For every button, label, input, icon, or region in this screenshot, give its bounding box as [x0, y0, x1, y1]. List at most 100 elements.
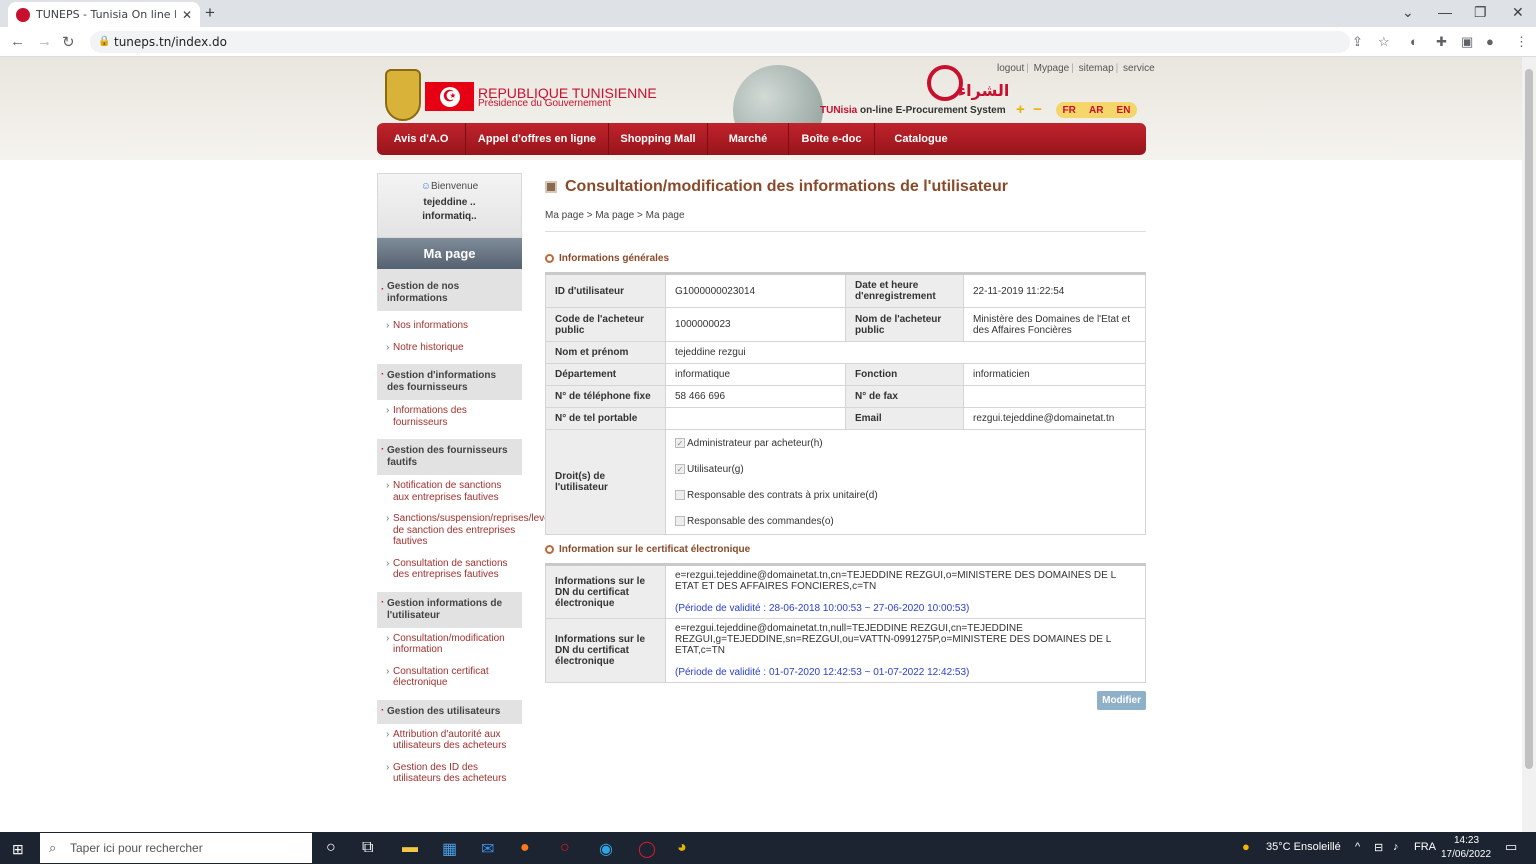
volume-icon[interactable]: ♪: [1393, 841, 1399, 853]
reload-icon[interactable]: ↻: [62, 33, 75, 51]
nav-boite-edoc[interactable]: Boîte e-doc: [789, 123, 874, 155]
section-bullet-icon: [545, 253, 554, 263]
zoom-in-icon[interactable]: +: [1016, 101, 1025, 118]
welcome-label: Bienvenue: [430, 181, 479, 192]
profile-avatar-icon[interactable]: ●: [1486, 34, 1494, 49]
store-icon[interactable]: ▦: [442, 839, 457, 859]
nav-marche[interactable]: Marché: [708, 123, 788, 155]
tab-close-icon[interactable]: ✕: [182, 8, 192, 22]
sidebar-group-utilisateur[interactable]: Gestion informations de l'utilisateur: [377, 590, 522, 628]
sidebar-item-consultation-modification[interactable]: Consultation/modification information: [377, 628, 522, 661]
modify-button[interactable]: Modifier: [1097, 691, 1146, 710]
clock-time[interactable]: 14:23: [1454, 835, 1479, 846]
right-orders: Responsable des commandes(o): [675, 508, 1136, 534]
opera-gx-icon[interactable]: ◯: [638, 839, 656, 859]
nav-avis-ao[interactable]: Avis d'A.O: [377, 123, 465, 155]
taskbar-search[interactable]: ⌕ Taper ici pour rechercher: [40, 833, 312, 863]
sidebar-item-informations-fournisseurs[interactable]: Informations des fournisseurs: [377, 400, 522, 433]
logout-link[interactable]: logout: [997, 63, 1024, 74]
user-dept: informatiq..: [422, 211, 477, 222]
lang-en[interactable]: EN: [1117, 105, 1131, 116]
sitemap-link[interactable]: sitemap: [1079, 63, 1114, 74]
close-window-button[interactable]: ✕: [1512, 4, 1524, 21]
sidebar-group-nos-informations[interactable]: Gestion de nos informations: [377, 279, 522, 311]
lang-fr[interactable]: FR: [1063, 105, 1076, 116]
sidebar-item-notre-historique[interactable]: Notre historique: [377, 337, 522, 359]
label-cert-dn: Informations sur le DN du certificat éle…: [545, 618, 666, 683]
right-user: ✓ Utilisateur(g): [675, 463, 744, 475]
windows-start-icon[interactable]: ⊞: [12, 841, 24, 858]
sidebar-item-gestion-id[interactable]: Gestion des ID des utilisateurs des ache…: [377, 757, 522, 790]
tab-search-chevron-icon[interactable]: ⌄: [1402, 4, 1414, 21]
checkbox-user[interactable]: ✓: [675, 464, 685, 474]
notifications-icon[interactable]: ▭: [1505, 839, 1517, 855]
browser-tab[interactable]: TUNEPS - Tunisia On line E-Proc ✕: [8, 2, 200, 27]
sidebar-group-utilisateurs[interactable]: Gestion des utilisateurs: [377, 698, 522, 724]
service-link[interactable]: service: [1123, 63, 1155, 74]
sidebar-group-fautifs[interactable]: Gestion des fournisseurs fautifs: [377, 438, 522, 475]
task-view-icon[interactable]: ⧉: [362, 839, 373, 857]
chrome-icon[interactable]: ◕: [677, 839, 687, 857]
scrollbar-thumb[interactable]: [1525, 69, 1533, 769]
bookmark-star-icon[interactable]: ☆: [1378, 34, 1390, 50]
checkbox-contracts[interactable]: [675, 490, 685, 500]
edge-icon[interactable]: ◉: [599, 839, 613, 859]
label-phone: N° de téléphone fixe: [545, 385, 666, 408]
tray-chevron-icon[interactable]: ^: [1355, 841, 1360, 853]
checkbox-admin[interactable]: ✓: [675, 438, 685, 448]
firefox-icon[interactable]: ●: [520, 839, 530, 857]
nav-catalogue[interactable]: Catalogue: [875, 123, 967, 155]
restore-button[interactable]: ❐: [1474, 4, 1487, 21]
mail-icon[interactable]: ✉: [481, 839, 494, 859]
back-icon[interactable]: ←: [10, 33, 25, 50]
value-email: rezgui.tejeddine@domainetat.tn: [963, 407, 1146, 430]
value-mobile: [665, 407, 846, 430]
nav-appel-offres[interactable]: Appel d'offres en ligne: [466, 123, 608, 155]
clock-date[interactable]: 17/06/2022: [1441, 849, 1491, 860]
puzzle-icon[interactable]: ✚: [1436, 34, 1447, 50]
new-tab-button[interactable]: +: [205, 3, 215, 23]
checkbox-orders[interactable]: [675, 516, 685, 526]
forward-icon[interactable]: →: [37, 33, 52, 50]
label-user-id: ID d'utilisateur: [545, 273, 666, 308]
address-bar[interactable]: 🔒 tuneps.tn/index.do: [90, 31, 1350, 53]
page-scrollbar[interactable]: [1522, 57, 1536, 832]
opera-icon[interactable]: ○: [560, 839, 570, 857]
presidence-label: Présidence du Gouvernement: [478, 98, 611, 109]
sidebar-item-consultation-sanctions[interactable]: Consultation de sanctions des entreprise…: [377, 553, 522, 586]
file-explorer-icon[interactable]: ▬: [402, 839, 418, 857]
sidebar-item-attribution-autorite[interactable]: Attribution d'autorité aux utilisateurs …: [377, 724, 522, 757]
language-switcher: FR AR EN: [1056, 102, 1137, 118]
browser-toolbar: ← → ↻ 🔒 tuneps.tn/index.do ⇪ ☆ ◐ ✚ ▣ ● ⋮: [0, 27, 1536, 57]
cert-1-dn: e=rezgui.tejeddine@domainetat.tn,cn=TEJE…: [675, 570, 1116, 592]
extension-icon[interactable]: ◐: [1410, 34, 1418, 49]
certificate-table: Informations sur le DN du certificat éle…: [545, 563, 1146, 683]
sidebar-item-sanctions-suspension[interactable]: Sanctions/suspension/reprises/levées de …: [377, 508, 560, 553]
lock-icon: 🔒: [98, 36, 111, 47]
sidebar-item-consultation-certificat[interactable]: Consultation certificat électronique: [377, 661, 522, 694]
share-icon[interactable]: ⇪: [1352, 34, 1363, 50]
user-info-table: ID d'utilisateur G1000000023014 Date et …: [545, 272, 1146, 535]
minimize-button[interactable]: —: [1438, 4, 1452, 20]
sidebar-item-notification-sanctions[interactable]: Notification de sanctions aux entreprise…: [377, 475, 522, 508]
value-fax: [963, 385, 1146, 408]
arabic-logo-text: الشراء: [958, 81, 1010, 100]
network-icon[interactable]: ⊟: [1374, 841, 1383, 854]
cortana-icon[interactable]: ○: [326, 839, 336, 857]
zoom-out-icon[interactable]: −: [1033, 101, 1042, 118]
lang-ar[interactable]: AR: [1089, 105, 1103, 116]
weather-text[interactable]: 35°C Ensoleillé: [1266, 841, 1341, 853]
input-language[interactable]: FRA: [1414, 841, 1436, 853]
breadcrumb: Ma page > Ma page > Ma page: [545, 210, 1146, 232]
menu-kebab-icon[interactable]: ⋮: [1515, 34, 1528, 50]
nav-shopping-mall[interactable]: Shopping Mall: [609, 123, 707, 155]
search-placeholder: Taper ici pour rechercher: [70, 841, 203, 855]
sidebar-group-fournisseurs[interactable]: Gestion d'informations des fournisseurs: [377, 363, 522, 400]
search-icon: ⌕: [49, 840, 57, 855]
label-reg-date: Date et heure d'enregistrement: [845, 273, 964, 308]
value-user-id: G1000000023014: [665, 273, 846, 308]
weather-icon: ●: [1242, 839, 1250, 854]
sidebar-item-nos-informations[interactable]: Nos informations: [377, 315, 522, 337]
mypage-link[interactable]: Mypage: [1034, 63, 1070, 74]
side-panel-icon[interactable]: ▣: [1461, 34, 1473, 50]
